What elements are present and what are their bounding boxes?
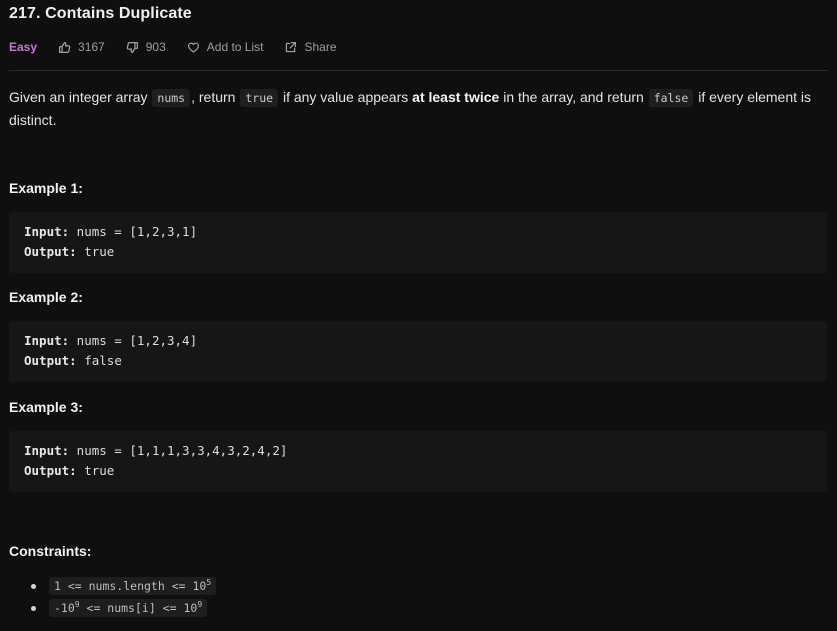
constraint-2-text-a: -10 — [54, 601, 75, 615]
example-1-heading: Example 1: — [9, 180, 83, 196]
input-value: nums = [1,2,3,4] — [69, 333, 198, 348]
constraint-code-1: 1 <= nums.length <= 105 — [49, 577, 217, 595]
constraints-heading: Constraints: — [9, 543, 92, 559]
header-divider — [9, 70, 828, 71]
share-label: Share — [304, 40, 337, 54]
constraint-item-1: 1 <= nums.length <= 105 — [31, 577, 217, 595]
problem-title: 217. Contains Duplicate — [9, 5, 192, 22]
input-value: nums = [1,1,1,3,3,4,3,2,4,2] — [69, 443, 288, 458]
example-2-block: Input: nums = [1,2,3,4] Output: false — [9, 321, 827, 382]
constraint-2-text-b: <= nums[i] <= 10 — [79, 601, 198, 615]
description-bold: at least twice — [412, 89, 500, 105]
constraint-1-exponent: 5 — [206, 578, 212, 588]
output-value: true — [76, 463, 115, 478]
example-1-input: Input: nums = [1,2,3,1] — [24, 224, 197, 239]
description-text-3: if any value appears — [279, 89, 413, 105]
problem-description: Given an integer array nums, return true… — [9, 86, 827, 131]
add-to-list-button[interactable]: Add to List — [187, 40, 264, 54]
thumbs-down-icon — [126, 41, 138, 53]
code-false: false — [648, 89, 694, 107]
constraint-2-exponent-2: 9 — [197, 600, 203, 610]
code-true: true — [240, 89, 279, 107]
example-3-output: Output: true — [24, 463, 114, 478]
thumbs-up-icon — [59, 41, 71, 53]
constraint-code-2: -109 <= nums[i] <= 109 — [49, 599, 208, 617]
example-2-heading: Example 2: — [9, 289, 83, 305]
add-to-list-label: Add to List — [206, 40, 264, 54]
difficulty-badge: Easy — [9, 40, 38, 54]
example-2-output: Output: false — [24, 353, 122, 368]
input-label: Input: — [24, 224, 70, 239]
description-text-1: Given an integer array — [9, 89, 152, 105]
dislike-button[interactable]: 903 — [126, 40, 166, 54]
share-icon — [286, 41, 297, 52]
example-3-input: Input: nums = [1,1,1,3,3,4,3,2,4,2] — [24, 443, 287, 458]
output-value: true — [76, 244, 115, 259]
output-value: false — [76, 353, 122, 368]
dislike-count: 903 — [145, 40, 166, 54]
code-nums: nums — [152, 89, 191, 107]
example-2-input: Input: nums = [1,2,3,4] — [24, 333, 197, 348]
input-value: nums = [1,2,3,1] — [69, 224, 198, 239]
output-label: Output: — [24, 463, 77, 478]
problem-meta-bar: Easy 3167 903 Add to List Share — [9, 39, 358, 55]
like-button[interactable]: 3167 — [58, 40, 105, 54]
heart-icon — [187, 42, 199, 53]
example-1-block: Input: nums = [1,2,3,1] Output: true — [9, 212, 827, 273]
input-label: Input: — [24, 333, 70, 348]
bullet — [31, 605, 36, 611]
example-3-heading: Example 3: — [9, 399, 83, 415]
output-label: Output: — [24, 353, 77, 368]
example-1-output: Output: true — [24, 244, 114, 259]
description-text-4: in the array, and return — [499, 89, 648, 105]
constraint-1-text: 1 <= nums.length <= 10 — [54, 579, 207, 593]
bullet — [31, 583, 36, 589]
output-label: Output: — [24, 244, 77, 259]
share-button[interactable]: Share — [284, 40, 337, 54]
input-label: Input: — [24, 443, 70, 458]
description-text-2: , return — [191, 89, 240, 105]
like-count: 3167 — [78, 40, 105, 54]
example-3-block: Input: nums = [1,1,1,3,3,4,3,2,4,2] Outp… — [9, 431, 827, 492]
constraint-item-2: -109 <= nums[i] <= 109 — [31, 599, 208, 617]
